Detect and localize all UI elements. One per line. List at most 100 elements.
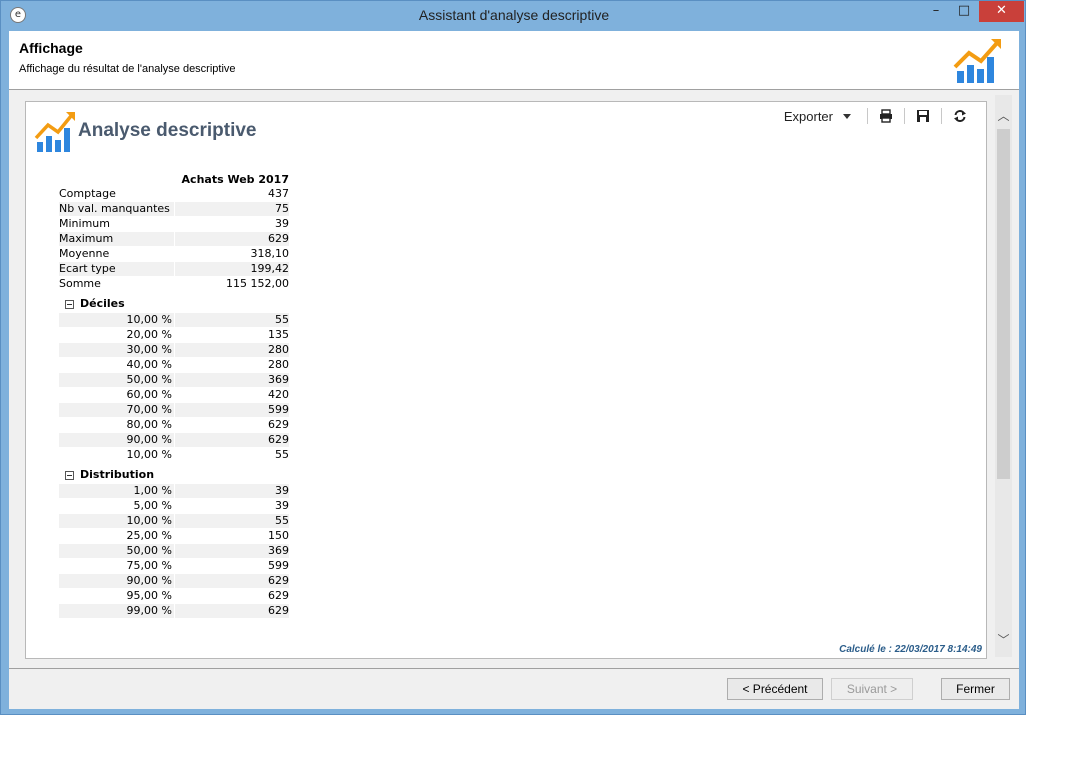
wizard-window: e Assistant d'analyse descriptive – □ ✕ … — [0, 0, 1026, 715]
toolbar-separator — [867, 108, 868, 124]
row-label: 50,00 % — [59, 544, 174, 558]
table-row: 75,00 % 599 — [59, 559, 289, 574]
table-row: 60,00 % 420 — [59, 388, 289, 403]
row-value: 39 — [275, 217, 289, 230]
table-row: 95,00 % 629 — [59, 589, 289, 604]
row-label: Maximum — [59, 232, 174, 246]
stats-table: Achats Web 2017 Comptage 437 Nb val. manqu… — [59, 172, 289, 619]
row-value: 135 — [268, 328, 289, 341]
print-icon[interactable] — [878, 108, 894, 124]
row-label: Somme — [59, 277, 101, 290]
group-header[interactable]: Déciles — [59, 295, 289, 313]
dropdown-caret-icon[interactable] — [843, 113, 851, 119]
computed-timestamp: Calculé le : 22/03/2017 8:14:49 — [839, 644, 982, 655]
collapse-icon[interactable] — [65, 299, 74, 309]
scroll-up-icon[interactable]: ︿ — [995, 107, 1012, 125]
close-window-button[interactable]: ✕ — [979, 1, 1024, 22]
previous-button[interactable]: < Précédent — [727, 678, 823, 700]
toolbar-separator — [904, 108, 905, 124]
row-value: 280 — [268, 358, 289, 371]
table-row: 5,00 % 39 — [59, 499, 289, 514]
chart-logo-icon — [953, 39, 1001, 83]
wizard-client-area: Affichage Affichage du résultat de l'ana… — [9, 31, 1019, 709]
step-header: Affichage Affichage du résultat de l'ana… — [9, 31, 1019, 90]
row-label: Comptage — [59, 187, 116, 200]
row-label: 20,00 % — [126, 328, 172, 341]
table-row: Comptage 437 — [59, 187, 289, 202]
row-value: 369 — [175, 544, 289, 558]
next-button[interactable]: Suivant > — [831, 678, 913, 700]
row-label: 99,00 % — [59, 604, 174, 618]
table-row: 99,00 % 629 — [59, 604, 289, 619]
scroll-down-icon[interactable]: ﹀ — [995, 631, 1012, 649]
table-row: Nb val. manquantes 75 — [59, 202, 289, 217]
footer-divider — [9, 668, 1019, 669]
row-value: 599 — [175, 403, 289, 417]
row-value: 55 — [275, 448, 289, 461]
refresh-icon[interactable] — [952, 108, 968, 124]
row-value: 629 — [175, 232, 289, 246]
column-header: Achats Web 2017 — [59, 172, 289, 187]
report-toolbar: Exporter — [784, 106, 972, 126]
collapse-icon[interactable] — [65, 470, 74, 480]
table-row: 10,00 % 55 — [59, 514, 289, 529]
window-title: Assistant d'analyse descriptive — [418, 7, 610, 23]
table-row: 90,00 % 629 — [59, 433, 289, 448]
row-value: 318,10 — [250, 247, 290, 260]
row-label: 40,00 % — [126, 358, 172, 371]
report-panel: Exporter Analyse descriptive Achats Web … — [25, 101, 987, 659]
row-value: 599 — [268, 559, 289, 572]
table-row: 50,00 % 369 — [59, 544, 289, 559]
row-label: 50,00 % — [59, 373, 174, 387]
scrollbar-thumb[interactable] — [997, 129, 1010, 479]
row-value: 55 — [175, 313, 289, 327]
toolbar-separator — [941, 108, 942, 124]
row-label: Moyenne — [59, 247, 110, 260]
row-label: 75,00 % — [126, 559, 172, 572]
column-header-label: Achats Web 2017 — [181, 173, 289, 186]
row-label: 70,00 % — [59, 403, 174, 417]
row-label: 60,00 % — [126, 388, 172, 401]
row-value: 39 — [175, 484, 289, 498]
table-row: 20,00 % 135 — [59, 328, 289, 343]
table-row: 70,00 % 599 — [59, 403, 289, 418]
table-row: 50,00 % 369 — [59, 373, 289, 388]
row-value: 115 152,00 — [226, 277, 289, 290]
save-icon[interactable] — [915, 108, 931, 124]
row-value: 369 — [175, 373, 289, 387]
title-bar[interactable]: e Assistant d'analyse descriptive – □ ✕ — [1, 1, 1027, 31]
table-row: Maximum 629 — [59, 232, 289, 247]
maximize-button[interactable]: □ — [951, 1, 977, 22]
row-value: 420 — [268, 388, 289, 401]
row-value: 629 — [175, 574, 289, 588]
row-label: Minimum — [59, 217, 110, 230]
row-label: 10,00 % — [59, 313, 174, 327]
row-value: 55 — [175, 514, 289, 528]
minimize-button[interactable]: – — [923, 1, 949, 22]
group-name: Distribution — [80, 468, 155, 481]
row-value: 150 — [268, 529, 289, 542]
table-row: 40,00 % 280 — [59, 358, 289, 373]
table-row: Moyenne 318,10 — [59, 247, 289, 262]
step-title: Affichage — [19, 40, 83, 56]
table-row: 10,00 % 55 — [59, 313, 289, 328]
vertical-scrollbar[interactable]: ︿ ﹀ — [995, 95, 1012, 657]
row-value: 199,42 — [175, 262, 289, 276]
row-value: 437 — [268, 187, 289, 200]
row-label: 95,00 % — [126, 589, 172, 602]
export-menu[interactable]: Exporter — [784, 109, 833, 124]
row-value: 280 — [175, 343, 289, 357]
row-value: 629 — [175, 433, 289, 447]
row-label: 90,00 % — [59, 433, 174, 447]
chart-logo-icon — [34, 112, 75, 152]
row-label: Ecart type — [59, 262, 174, 276]
table-row: Ecart type 199,42 — [59, 262, 289, 277]
row-label: 5,00 % — [133, 499, 172, 512]
table-row: 80,00 % 629 — [59, 418, 289, 433]
close-button[interactable]: Fermer — [941, 678, 1010, 700]
row-value: 39 — [275, 499, 289, 512]
table-row: Somme 115 152,00 — [59, 277, 289, 292]
table-row: 25,00 % 150 — [59, 529, 289, 544]
step-subtitle: Affichage du résultat de l'analyse descr… — [19, 63, 236, 75]
group-header[interactable]: Distribution — [59, 466, 289, 484]
